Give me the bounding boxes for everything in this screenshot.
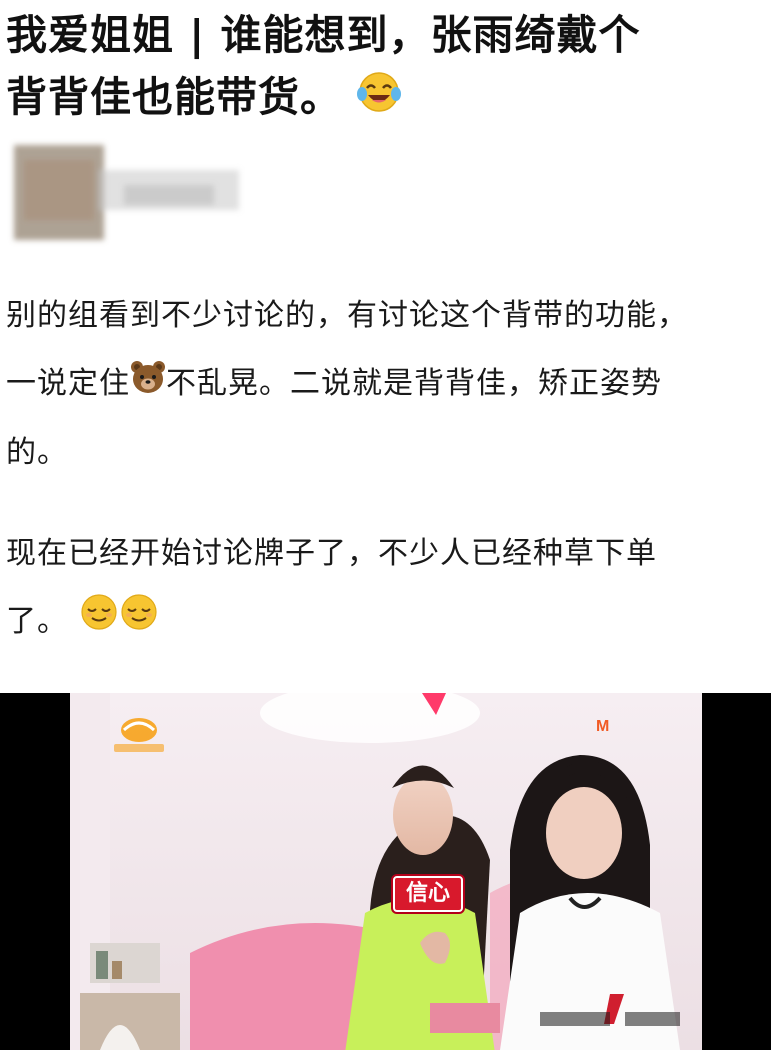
show-logo — [540, 990, 680, 1030]
paragraph-1-line-2: 一说定住 不乱晃。二说就是背背佳，矫正姿势 — [6, 350, 761, 419]
bear-face-icon — [130, 351, 166, 419]
post-title-line-2: 背背佳也能带货。 — [6, 66, 761, 131]
post-title-line-1: 我爱姐姐 | 谁能想到，张雨绮戴个 — [6, 11, 641, 59]
post-paragraph-1: 别的组看到不少讨论的，有讨论这个背带的功能， 一说定住 不乱晃。二说就是背背佳，… — [6, 282, 761, 487]
blurred-avatar — [4, 130, 254, 250]
post-paragraph-2: 现在已经开始讨论牌子了，不少人已经种草下单 了。 — [6, 520, 761, 657]
paragraph-2-line-2: 了。 — [6, 588, 761, 657]
paragraph-2-line-1: 现在已经开始讨论牌子了，不少人已经种草下单 — [6, 536, 657, 571]
relieved-face-icon — [119, 589, 159, 657]
platform-watermark: M — [596, 718, 676, 744]
post-title: 我爱姐姐 | 谁能想到，张雨绮戴个 背背佳也能带货。 — [6, 4, 761, 131]
face-with-tears-of-joy-icon — [357, 69, 402, 131]
paragraph-1-line-3: 的。 — [6, 434, 68, 470]
video-caption-badge: 信心 — [393, 876, 463, 912]
relieved-face-icon — [79, 589, 119, 657]
paragraph-1-line-1: 别的组看到不少讨论的，有讨论这个背带的功能， — [6, 298, 688, 333]
post-page: 我爱姐姐 | 谁能想到，张雨绮戴个 背背佳也能带货。 别的组看到不少讨论的，有讨… — [0, 0, 771, 1050]
platform-watermark-text: M — [596, 718, 610, 735]
tv-channel-logo — [108, 714, 170, 754]
